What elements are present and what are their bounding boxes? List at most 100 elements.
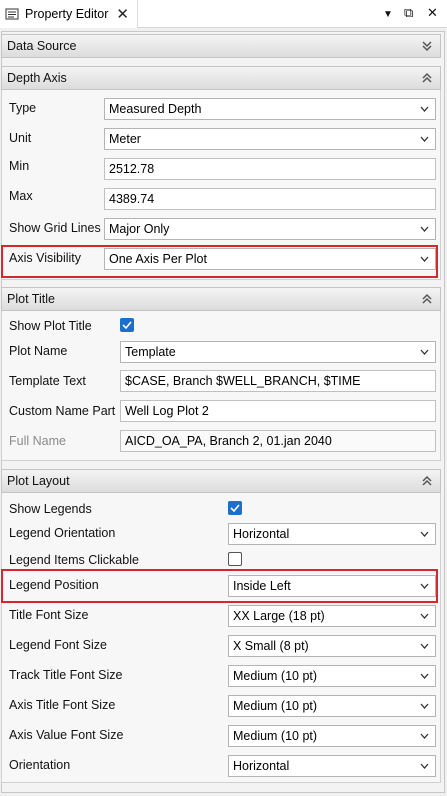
- axis-title-font-size-dropdown[interactable]: Medium (10 pt): [228, 695, 436, 717]
- orientation-value: Horizontal: [233, 759, 290, 773]
- close-panel-icon[interactable]: ✕: [427, 5, 438, 21]
- row-axis-title-font-size: Axis Title Font Size Medium (10 pt): [2, 691, 442, 721]
- type-label: Type: [9, 101, 37, 115]
- tab-property-editor[interactable]: Property Editor ✕: [0, 0, 138, 28]
- row-type: Type Measured Depth: [2, 94, 442, 124]
- row-plot-name: Plot Name Template: [2, 337, 442, 367]
- template-text-label: Template Text: [9, 374, 86, 388]
- plot-name-dropdown[interactable]: Template: [120, 341, 436, 363]
- chevron-down-icon: [420, 226, 429, 232]
- legend-orientation-dropdown[interactable]: Horizontal: [228, 523, 436, 545]
- collapse-chevron-icon[interactable]: [420, 71, 434, 85]
- row-template-text: Template Text $CASE, Branch $WELL_BRANCH…: [2, 367, 442, 397]
- row-orientation: Orientation Horizontal: [2, 751, 442, 781]
- show-plot-title-label: Show Plot Title: [9, 319, 92, 333]
- legend-font-size-label: Legend Font Size: [9, 638, 107, 652]
- plot-name-value: Template: [125, 345, 176, 359]
- legend-items-clickable-label: Legend Items Clickable: [9, 553, 139, 567]
- row-legend-orientation: Legend Orientation Horizontal: [2, 520, 442, 550]
- group-depth-axis-header[interactable]: Depth Axis: [1, 66, 441, 90]
- template-text-input[interactable]: $CASE, Branch $WELL_BRANCH, $TIME: [120, 370, 436, 392]
- chevron-down-icon: [420, 673, 429, 679]
- row-title-font-size: Title Font Size XX Large (18 pt): [2, 601, 442, 631]
- row-min: Min 2512.78: [2, 154, 442, 184]
- collapse-chevron-icon[interactable]: [420, 474, 434, 488]
- full-name-value: AICD_OA_PA, Branch 2, 01.jan 2040: [125, 434, 332, 448]
- group-data-source-header[interactable]: Data Source: [1, 34, 441, 58]
- plot-name-label: Plot Name: [9, 344, 68, 358]
- grid-lines-dropdown[interactable]: Major Only: [104, 218, 436, 240]
- legend-font-size-dropdown[interactable]: X Small (8 pt): [228, 635, 436, 657]
- chevron-down-icon: [420, 703, 429, 709]
- row-track-title-font-size: Track Title Font Size Medium (10 pt): [2, 661, 442, 691]
- float-window-icon[interactable]: ⧉: [404, 5, 413, 21]
- show-legends-checkbox[interactable]: [228, 501, 242, 515]
- row-grid-lines: Show Grid Lines Major Only: [2, 214, 442, 244]
- legend-font-size-value: X Small (8 pt): [233, 639, 309, 653]
- chevron-down-icon: [420, 613, 429, 619]
- chevron-down-icon: [420, 106, 429, 112]
- chevron-down-icon: [420, 136, 429, 142]
- panel-menu-icon[interactable]: ▼: [383, 7, 393, 23]
- chevron-down-icon: [420, 643, 429, 649]
- row-unit: Unit Meter: [2, 124, 442, 154]
- group-title: Depth Axis: [7, 71, 67, 85]
- group-plot-title-header[interactable]: Plot Title: [1, 287, 441, 311]
- grid-lines-label: Show Grid Lines: [9, 221, 101, 235]
- min-input[interactable]: 2512.78: [104, 158, 436, 180]
- unit-label: Unit: [9, 131, 32, 145]
- tab-title: Property Editor: [25, 7, 109, 21]
- property-editor-icon: [5, 7, 19, 21]
- axis-title-font-size-value: Medium (10 pt): [233, 699, 318, 713]
- orientation-label: Orientation: [9, 758, 71, 772]
- custom-name-part-label: Custom Name Part: [9, 404, 116, 418]
- axis-value-font-size-label: Axis Value Font Size: [9, 728, 124, 742]
- full-name-readonly-field: AICD_OA_PA, Branch 2, 01.jan 2040: [120, 430, 436, 452]
- max-label: Max: [9, 189, 33, 203]
- chevron-down-icon: [420, 531, 429, 537]
- unit-value: Meter: [109, 132, 141, 146]
- chevron-down-icon: [420, 349, 429, 355]
- max-input[interactable]: 4389.74: [104, 188, 436, 210]
- row-legend-font-size: Legend Font Size X Small (8 pt): [2, 631, 442, 661]
- chevron-down-icon: [420, 763, 429, 769]
- checkmark-icon: [230, 504, 240, 513]
- row-full-name: Full Name AICD_OA_PA, Branch 2, 01.jan 2…: [2, 427, 442, 457]
- row-axis-value-font-size: Axis Value Font Size Medium (10 pt): [2, 721, 442, 751]
- panel-titlebar: Property Editor ✕ ▼ ⧉ ✕: [0, 0, 447, 28]
- custom-name-part-value: Well Log Plot 2: [125, 404, 209, 418]
- group-title: Plot Layout: [7, 474, 70, 488]
- group-title: Data Source: [7, 39, 77, 53]
- orientation-dropdown[interactable]: Horizontal: [228, 755, 436, 777]
- group-plot-title-body: Show Plot Title Plot Name Template Templ…: [1, 311, 441, 461]
- axis-value-font-size-dropdown[interactable]: Medium (10 pt): [228, 725, 436, 747]
- expand-chevron-icon[interactable]: [420, 39, 434, 53]
- axis-title-font-size-label: Axis Title Font Size: [9, 698, 116, 712]
- grid-lines-value: Major Only: [109, 222, 170, 236]
- collapse-chevron-icon[interactable]: [420, 292, 434, 306]
- track-title-font-size-value: Medium (10 pt): [233, 669, 318, 683]
- title-font-size-dropdown[interactable]: XX Large (18 pt): [228, 605, 436, 627]
- min-value: 2512.78: [109, 162, 155, 176]
- checkmark-icon: [122, 321, 132, 330]
- min-label: Min: [9, 159, 30, 173]
- template-text-value: $CASE, Branch $WELL_BRANCH, $TIME: [125, 374, 361, 388]
- legend-orientation-label: Legend Orientation: [9, 526, 116, 540]
- row-custom-name-part: Custom Name Part Well Log Plot 2: [2, 397, 442, 427]
- axis-value-font-size-value: Medium (10 pt): [233, 729, 318, 743]
- highlight-legend-position: [1, 569, 438, 603]
- highlight-axis-visibility: [1, 245, 438, 278]
- legend-items-clickable-checkbox[interactable]: [228, 552, 242, 566]
- max-value: 4389.74: [109, 192, 155, 206]
- group-plot-layout-header[interactable]: Plot Layout: [1, 469, 441, 493]
- row-max: Max 4389.74: [2, 184, 442, 214]
- close-tab-icon[interactable]: ✕: [116, 7, 129, 22]
- unit-dropdown[interactable]: Meter: [104, 128, 436, 150]
- track-title-font-size-label: Track Title Font Size: [9, 668, 123, 682]
- full-name-label: Full Name: [9, 434, 66, 448]
- type-dropdown[interactable]: Measured Depth: [104, 98, 436, 120]
- show-plot-title-checkbox[interactable]: [120, 318, 134, 332]
- show-legends-label: Show Legends: [9, 502, 92, 516]
- custom-name-part-input[interactable]: Well Log Plot 2: [120, 400, 436, 422]
- track-title-font-size-dropdown[interactable]: Medium (10 pt): [228, 665, 436, 687]
